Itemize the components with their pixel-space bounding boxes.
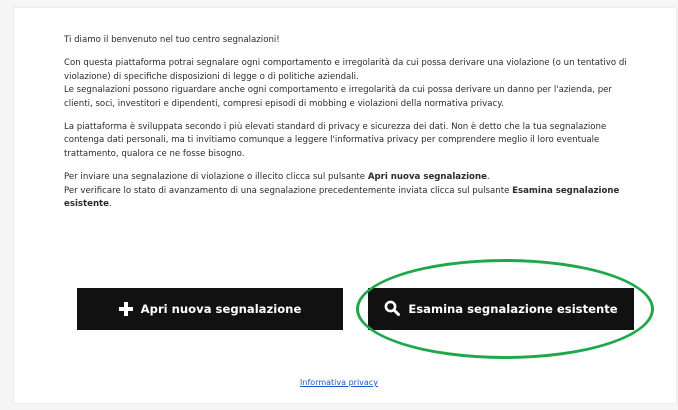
- plus-icon: [118, 302, 133, 316]
- instruction-new-bold: Apri nuova segnalazione: [367, 172, 487, 183]
- instructions-paragraph: Per inviare una segnalazione di violazio…: [64, 171, 634, 211]
- existing-report-label: Esamina segnalazione esistente: [408, 302, 618, 316]
- intro-paragraph: Con questa piattaforma potrai segnalare …: [64, 57, 634, 111]
- intro-damage-text: Le segnalazioni possono riguardare anche…: [64, 85, 612, 109]
- privacy-policy-link[interactable]: Informativa privacy: [0, 378, 678, 387]
- search-icon: [384, 300, 401, 319]
- instruction-new-suffix: .: [486, 172, 490, 183]
- welcome-text: Ti diamo il benvenuto nel tuo centro seg…: [64, 35, 280, 45]
- existing-report-button[interactable]: Esamina segnalazione esistente: [368, 288, 634, 330]
- instruction-exam-suffix: .: [109, 199, 112, 210]
- new-report-button[interactable]: Apri nuova segnalazione: [77, 288, 343, 330]
- instruction-new-prefix: Per inviare una segnalazione di violazio…: [64, 172, 368, 183]
- privacy-paragraph: La piattaforma è sviluppata secondo i pi…: [64, 122, 607, 159]
- new-report-label: Apri nuova segnalazione: [140, 302, 302, 316]
- intro-text: Ti diamo il benvenuto nel tuo centro seg…: [64, 34, 634, 221]
- intro-violations-text: Con questa piattaforma potrai segnalare …: [64, 58, 627, 82]
- instruction-exam-prefix: Per verificare lo stato di avanzamento d…: [64, 185, 513, 196]
